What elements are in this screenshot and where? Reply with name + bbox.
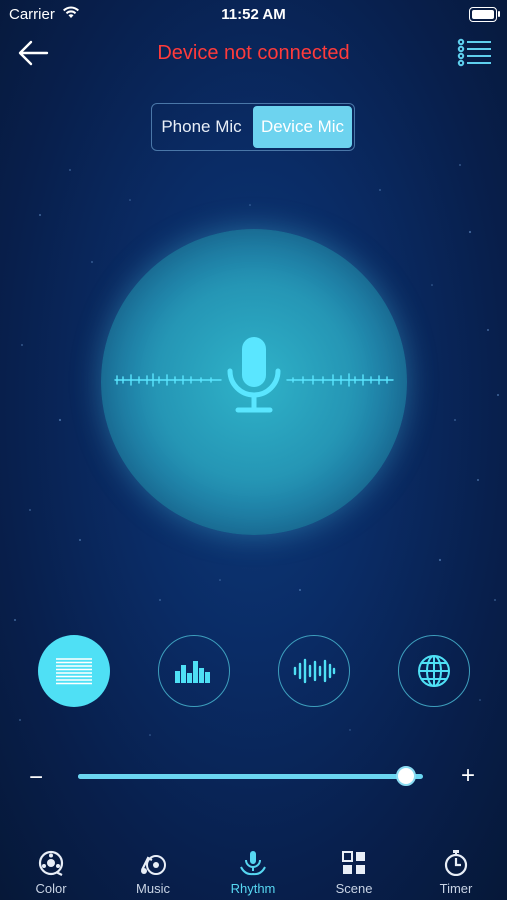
mic-source-segmented-control: Phone Mic Device Mic (151, 103, 355, 151)
microphone-orb[interactable] (101, 229, 407, 535)
sensitivity-slider[interactable] (78, 766, 423, 786)
decrease-button[interactable]: − (29, 764, 43, 792)
mode-sound-wave-button[interactable] (278, 635, 350, 707)
equalizer-bars-icon (175, 661, 210, 683)
mode-horizontal-lines-button[interactable] (38, 635, 110, 707)
list-menu-icon[interactable] (457, 37, 493, 69)
microphone-icon (240, 851, 266, 876)
tab-music[interactable]: Music (113, 850, 193, 896)
mic-waveform-graphic (114, 337, 394, 413)
clock: 11:52 AM (221, 6, 286, 23)
status-bar: Carrier 11:52 AM (0, 0, 507, 30)
globe-icon (418, 655, 450, 687)
increase-button[interactable]: + (461, 762, 475, 790)
mode-equalizer-button[interactable] (158, 635, 230, 707)
slider-thumb[interactable] (395, 766, 416, 786)
tab-scene-label: Scene (335, 881, 373, 896)
tab-bar: Color Music Rhythm Scene Timer (0, 846, 507, 900)
horizontal-lines-icon (56, 658, 92, 685)
tab-color-label: Color (35, 881, 67, 896)
grid-icon (342, 851, 365, 874)
tab-rhythm[interactable]: Rhythm (213, 850, 293, 896)
tab-color[interactable]: Color (11, 850, 91, 896)
connection-status-title: Device not connected (157, 42, 350, 64)
tab-timer-label: Timer (439, 881, 473, 896)
tab-scene[interactable]: Scene (314, 850, 394, 896)
battery-icon (469, 7, 500, 22)
mode-globe-button[interactable] (398, 635, 470, 707)
music-note-icon (141, 855, 166, 875)
phone-mic-option[interactable]: Phone Mic (152, 104, 251, 150)
slider-fill (78, 774, 406, 779)
tab-music-label: Music (136, 881, 170, 896)
device-mic-option[interactable]: Device Mic (253, 106, 352, 148)
stopwatch-icon (444, 850, 468, 876)
tab-timer[interactable]: Timer (416, 850, 496, 896)
sound-wave-icon (293, 658, 336, 684)
color-wheel-icon (38, 850, 64, 876)
tab-rhythm-label: Rhythm (230, 881, 276, 896)
